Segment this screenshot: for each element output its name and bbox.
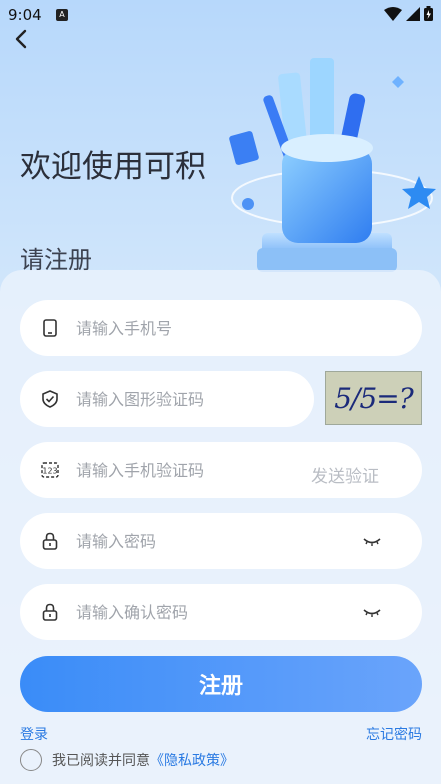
lock-icon — [40, 602, 60, 622]
lock-icon — [40, 531, 60, 551]
agreement-checkbox[interactable] — [20, 749, 42, 771]
phone-input[interactable] — [76, 318, 422, 338]
agreement-text: 我已阅读并同意 — [52, 753, 150, 769]
captcha-field[interactable] — [20, 371, 314, 427]
status-time: 9:04 — [8, 6, 42, 24]
shield-check-icon — [40, 389, 60, 409]
chevron-left-icon — [15, 29, 27, 49]
battery-icon — [424, 6, 433, 21]
captcha-text: 5/5=? — [334, 381, 414, 415]
status-bar: 9:04 A — [0, 0, 441, 30]
wifi-icon — [384, 6, 402, 21]
password-field[interactable] — [20, 513, 422, 569]
svg-text:123: 123 — [42, 467, 57, 476]
captcha-input[interactable] — [76, 389, 314, 409]
welcome-title: 欢迎使用可积 — [20, 149, 206, 185]
agreement-row: 我已阅读并同意 《隐私政策》 — [20, 749, 234, 771]
number-123-icon: 123 — [40, 460, 60, 480]
forgot-password-link[interactable]: 忘记密码 — [366, 724, 422, 744]
status-icons — [384, 6, 433, 21]
privacy-policy-link[interactable]: 《隐私政策》 — [150, 750, 234, 770]
confirm-password-field[interactable] — [20, 584, 422, 640]
captcha-image[interactable]: 5/5=? — [325, 371, 422, 425]
login-link[interactable]: 登录 — [20, 724, 48, 744]
phone-icon — [40, 318, 60, 338]
notification-badge-icon: A — [56, 9, 68, 21]
stationery-illustration — [229, 58, 436, 272]
register-button[interactable]: 注册 — [20, 656, 422, 712]
phone-field[interactable] — [20, 300, 422, 356]
eye-closed-icon[interactable] — [362, 602, 382, 622]
eye-closed-icon[interactable] — [362, 531, 382, 551]
signal-icon — [406, 6, 420, 21]
back-button[interactable] — [8, 26, 34, 52]
